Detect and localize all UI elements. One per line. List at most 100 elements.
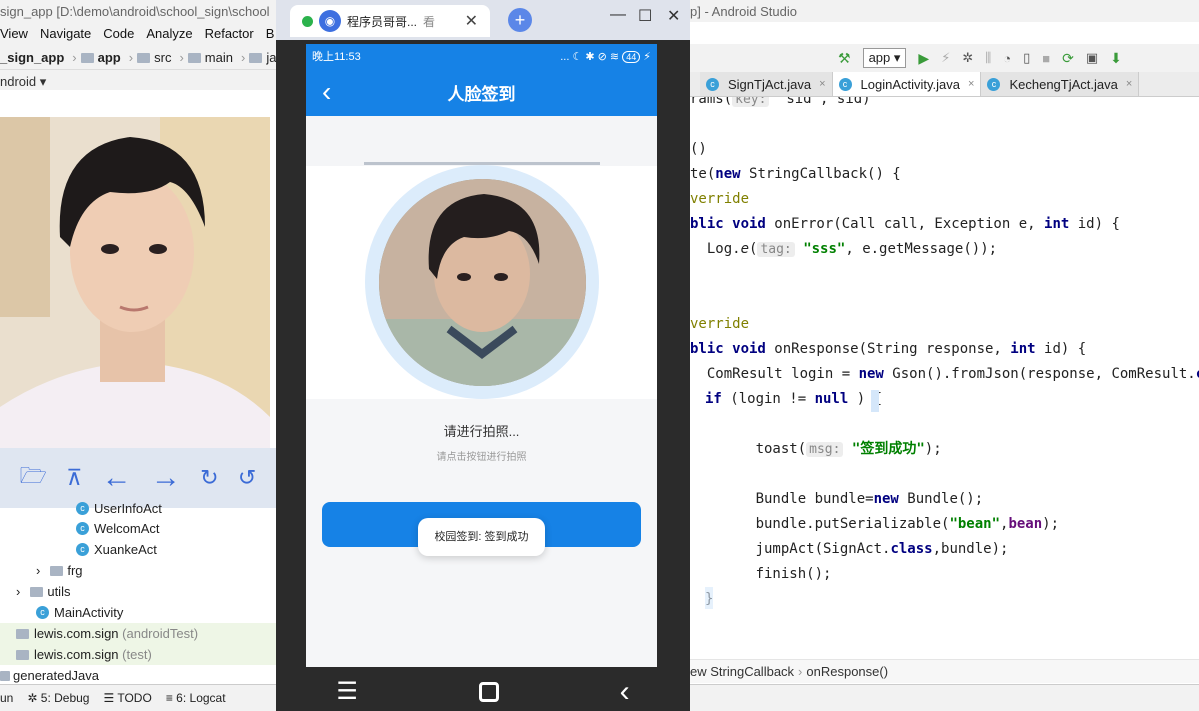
folder-icon xyxy=(249,52,263,63)
back-nav-icon[interactable]: ‹ xyxy=(620,675,630,709)
app-header: ‹ 人脸签到 xyxy=(306,68,657,116)
class-icon: c xyxy=(987,77,1001,91)
tab-suffix: 看 xyxy=(423,14,436,29)
minimize-button[interactable]: — xyxy=(610,6,626,24)
code-line: verride xyxy=(690,316,750,332)
device-icon[interactable]: ▯ xyxy=(1023,50,1030,66)
code-line: blic void onError(Call call, Exception e… xyxy=(690,216,1120,232)
tree-item[interactable]: c XuankeAct xyxy=(0,539,276,560)
photo-prompt: 请进行拍照... xyxy=(443,424,520,439)
right-status-bar xyxy=(690,684,1199,711)
project-tree: c UserInfoAct c WelcomAct c XuankeAct › frg … xyxy=(0,501,276,686)
battery-icon: 44 xyxy=(622,50,641,63)
code-line: toast(msg: "签到成功"); xyxy=(705,441,942,457)
run-config-select[interactable]: app ▾ xyxy=(862,48,907,68)
tree-item[interactable]: c UserInfoAct xyxy=(0,498,276,519)
code-editor[interactable]: rams(key: "sid", sid) () te(new StringCa… xyxy=(690,97,1199,649)
tab-signtjact[interactable]: c SignTjAct.java × xyxy=(700,72,833,96)
run-icon[interactable]: ▶ xyxy=(918,50,929,67)
code-line: blic void onResponse(String response, in… xyxy=(690,341,1087,357)
apply-changes-icon[interactable]: ⚡ xyxy=(941,50,950,66)
tree-item[interactable]: › utils xyxy=(0,581,276,602)
brace-match-highlight xyxy=(871,390,879,412)
code-line: jumpAct(SignAct.class,bundle); xyxy=(705,541,1009,557)
sdk-icon[interactable]: ⬇ xyxy=(1110,50,1122,67)
crumb-stringcallback[interactable]: ew StringCallback xyxy=(690,664,794,679)
close-icon[interactable]: × xyxy=(968,78,974,90)
project-breadcrumb: _sign_app› app› src› main› java xyxy=(0,46,276,70)
top-band xyxy=(306,116,657,166)
browser-tab[interactable]: ◉ 程序员哥哥... 看 ✕ xyxy=(290,5,490,37)
new-tab-button[interactable]: + xyxy=(508,8,532,32)
next-arrow-icon[interactable]: → xyxy=(151,461,181,495)
rotate-left-icon[interactable]: ↺ xyxy=(238,465,256,491)
hammer-icon[interactable]: ⚒ xyxy=(838,50,851,67)
profile-icon[interactable]: ⫼ xyxy=(985,50,991,66)
class-icon: c xyxy=(76,543,89,556)
page-title: 人脸签到 xyxy=(447,84,516,104)
sync-icon[interactable]: ⟳ xyxy=(1062,50,1074,67)
tree-item[interactable]: c MainActivity xyxy=(0,602,276,623)
tab-close-button[interactable]: ✕ xyxy=(465,11,478,31)
folder-icon xyxy=(50,565,64,576)
menu-analyze[interactable]: Analyze xyxy=(146,26,192,46)
folder-icon xyxy=(30,586,44,597)
project-view-selector[interactable]: ndroid ▾ xyxy=(0,70,276,90)
left-bottom-toolbar: un ✲ 5: Debug ☰ TODO ≡ 6: Logcat xyxy=(0,684,276,711)
menu-navigate[interactable]: Navigate xyxy=(40,26,91,46)
class-icon: c xyxy=(36,606,49,619)
class-icon: c xyxy=(76,522,89,535)
menu-icon[interactable]: ☰ xyxy=(336,677,358,706)
phone-status-bar: 晚上11:53 ... ☾ ✱ ⊘ ≋ 44 ⚡ xyxy=(306,44,657,68)
crumb-app[interactable]: app xyxy=(80,50,121,65)
previous-arrow-icon[interactable]: ← xyxy=(102,461,132,495)
tool-run[interactable]: un xyxy=(0,691,13,705)
face-preview-illustration xyxy=(379,179,586,386)
debug-icon[interactable]: ✲ xyxy=(962,50,973,66)
tree-item[interactable]: lewis.com.sign (androidTest) xyxy=(0,623,276,644)
open-folder-icon[interactable]: 🗁 xyxy=(20,459,47,497)
logcat-icon: ≡ xyxy=(165,691,173,705)
tab-title: 程序员哥哥... xyxy=(347,14,418,29)
code-line: bundle.putSerializable("bean",bean); xyxy=(705,516,1060,532)
slideshow-icon[interactable]: ⊼ xyxy=(66,465,82,491)
tab-kechengtjact[interactable]: c KechengTjAct.java × xyxy=(981,72,1140,96)
menu-code[interactable]: Code xyxy=(103,26,134,46)
tool-todo[interactable]: ☰ TODO xyxy=(103,691,151,705)
back-arrow-icon[interactable]: ‹ xyxy=(322,76,331,108)
tab-loginactivity[interactable]: c LoginActivity.java × xyxy=(832,72,982,96)
tool-debug[interactable]: ✲ 5: Debug xyxy=(27,691,89,705)
class-icon: c xyxy=(76,502,89,515)
crumb-onresponse[interactable]: onResponse() xyxy=(806,664,888,679)
tree-item[interactable]: c WelcomAct xyxy=(0,518,276,539)
left-window-title: sign_app [D:\demo\android\school_sign\sc… xyxy=(0,0,276,24)
crumb-project[interactable]: _sign_app xyxy=(0,50,64,65)
tool-logcat[interactable]: ≡ 6: Logcat xyxy=(166,691,226,705)
chevron-right-icon[interactable]: › xyxy=(16,584,20,599)
todo-icon: ☰ xyxy=(103,691,115,705)
close-icon[interactable]: × xyxy=(1126,78,1132,90)
rotate-right-icon[interactable]: ↻ xyxy=(200,465,218,491)
photo-prompt-hint: 请点击按钮进行拍照 xyxy=(436,452,527,463)
window-close-button[interactable]: ✕ xyxy=(667,6,680,26)
tree-item[interactable]: lewis.com.sign (test) xyxy=(0,644,276,665)
avd-icon[interactable]: ▣ xyxy=(1086,50,1098,66)
stop-icon[interactable]: ■ xyxy=(1042,51,1050,66)
left-menu-bar: View Navigate Code Analyze Refactor B xyxy=(0,24,276,46)
avatar-icon: ◉ xyxy=(319,10,341,32)
tree-item[interactable]: › frg xyxy=(0,560,276,581)
home-square-icon[interactable] xyxy=(478,681,499,702)
crumb-src[interactable]: src xyxy=(137,50,171,65)
crumb-main[interactable]: main xyxy=(187,50,233,65)
attach-icon[interactable]: ◔ xyxy=(1003,51,1011,66)
tree-item[interactable]: generatedJava xyxy=(0,665,276,686)
maximize-button[interactable]: ☐ xyxy=(638,6,652,26)
crumb-java[interactable]: java xyxy=(249,50,276,65)
menu-refactor[interactable]: Refactor xyxy=(205,26,254,46)
menu-view[interactable]: View xyxy=(0,26,28,46)
chevron-right-icon[interactable]: › xyxy=(36,563,40,578)
folder-icon xyxy=(137,52,151,63)
menu-b[interactable]: B xyxy=(266,26,275,46)
code-line: Log.e(tag: "sss", e.getMessage()); xyxy=(690,241,998,257)
close-icon[interactable]: × xyxy=(819,78,825,90)
